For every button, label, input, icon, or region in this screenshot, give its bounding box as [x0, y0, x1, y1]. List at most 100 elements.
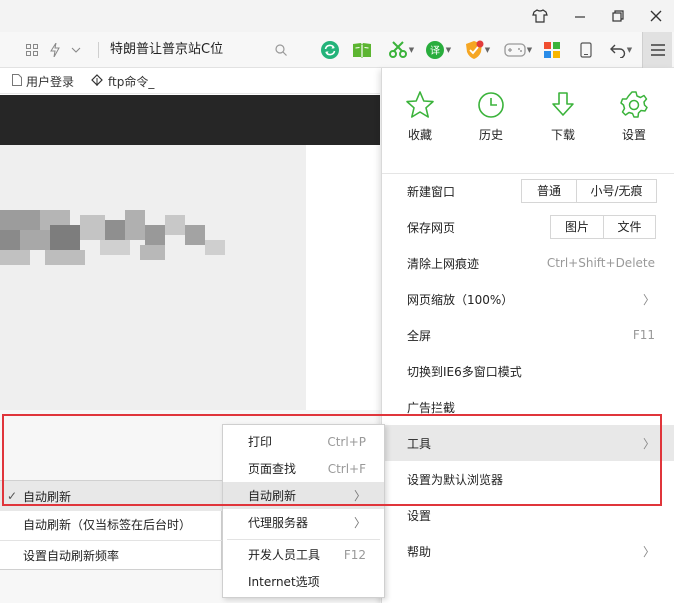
submenu-divider — [227, 539, 380, 540]
tools-item-print[interactable]: 打印 Ctrl+P — [223, 428, 384, 455]
menu-item-zoom[interactable]: 网页缩放（100%） 〉 — [382, 281, 674, 317]
menu-item-label: 网页缩放（100%） — [407, 292, 514, 307]
menu-item-ie6-mode[interactable]: 切换到IE6多窗口模式 — [382, 353, 674, 389]
gear-icon — [620, 91, 648, 118]
menu-item-ad-block[interactable]: 广告拦截 — [382, 389, 674, 425]
refresh-option-label: 自动刷新（仅当标签在后台时） — [23, 517, 192, 532]
checkmark-icon: ✓ — [7, 489, 18, 503]
tools-item-label: 页面查找 — [248, 462, 297, 476]
menu-item-default-browser[interactable]: 设置为默认浏览器 — [382, 461, 674, 497]
bookmark-label: ftp命令_ — [108, 74, 155, 89]
save-as-image-button[interactable]: 图片 — [551, 216, 603, 238]
new-window-incognito-button[interactable]: 小号/无痕 — [576, 180, 656, 202]
shortcut-label: Ctrl+F — [327, 461, 366, 476]
menu-item-label: 广告拦截 — [407, 400, 456, 415]
chevron-right-icon: 〉 — [642, 544, 655, 559]
page-content — [0, 145, 306, 410]
chevron-right-icon: 〉 — [642, 436, 655, 451]
settings-button[interactable]: 设置 — [599, 90, 669, 152]
menu-item-fullscreen[interactable]: 全屏 F11 — [382, 317, 674, 353]
tools-item-proxy[interactable]: 代理服务器 〉 — [223, 509, 384, 536]
downloads-label: 下载 — [550, 128, 575, 142]
refresh-sync-icon[interactable] — [318, 32, 342, 68]
downloads-button[interactable]: 下载 — [528, 90, 598, 152]
new-window-options: 普通 小号/无痕 — [521, 179, 657, 203]
bookmarks-bar: 用户登录 ftp命令_ — [0, 68, 380, 94]
tools-item-find[interactable]: 页面查找 Ctrl+F — [223, 455, 384, 482]
refresh-option-label: 自动刷新 — [23, 489, 72, 504]
screenshot-scissors-icon[interactable]: ▼ — [384, 32, 418, 68]
new-window-normal-button[interactable]: 普通 — [522, 180, 576, 202]
svg-text:译: 译 — [430, 45, 440, 57]
page-icon — [12, 73, 22, 89]
refresh-option-auto[interactable]: ✓ 自动刷新 — [0, 481, 222, 511]
save-page-options: 图片 文件 — [550, 215, 656, 239]
download-icon — [552, 92, 574, 116]
refresh-option-frequency[interactable]: 设置自动刷新频率 — [0, 540, 222, 570]
search-icon[interactable] — [272, 32, 290, 68]
menu-item-label: 设置 — [407, 508, 432, 523]
menu-item-label: 切换到IE6多窗口模式 — [407, 364, 522, 379]
main-menu-button[interactable] — [642, 32, 672, 68]
menu-item-new-window: 新建窗口 普通 小号/无痕 — [382, 173, 674, 209]
page-header-band — [0, 95, 380, 145]
auto-refresh-submenu: ✓ 自动刷新 自动刷新（仅当标签在后台时） 设置自动刷新频率 — [0, 480, 222, 570]
undo-close-tab-icon[interactable]: ▼ — [604, 32, 638, 68]
apps-grid-icon[interactable] — [22, 32, 42, 68]
menu-item-label: 全屏 — [407, 328, 432, 343]
address-dropdown-icon[interactable] — [68, 32, 84, 68]
history-label: 历史 — [478, 128, 503, 142]
close-button[interactable] — [636, 0, 674, 32]
chevron-right-icon: 〉 — [353, 516, 366, 530]
settings-label: 设置 — [621, 128, 646, 142]
page-content-side — [306, 145, 380, 410]
toolbar: 特朗普让普京站C位 ▼ 译 ▼ ▼ ▼ ▼ — [0, 32, 674, 68]
app-center-icon[interactable] — [542, 32, 562, 68]
game-controller-icon[interactable]: ▼ — [500, 32, 536, 68]
bookmark-item[interactable]: ftp命令_ — [90, 68, 154, 94]
chevron-right-icon: 〉 — [353, 489, 366, 503]
minimize-button[interactable] — [560, 0, 600, 32]
tools-item-label: Internet选项 — [248, 575, 320, 589]
favorites-button[interactable]: 收藏 — [385, 90, 455, 152]
refresh-option-background[interactable]: 自动刷新（仅当标签在后台时） — [0, 509, 222, 539]
main-menu-panel: 收藏 历史 下载 设置 新建窗口 普通 小号/无痕 保存网页 图片 文件 清除上… — [381, 68, 674, 603]
star-icon — [406, 91, 434, 118]
tools-item-label: 自动刷新 — [248, 489, 297, 503]
menu-item-help[interactable]: 帮助 〉 — [382, 533, 674, 569]
tools-item-internet-options[interactable]: Internet选项 — [223, 568, 384, 595]
shortcut-label: Ctrl+P — [327, 434, 366, 449]
bookmark-item[interactable]: 用户登录 — [12, 68, 74, 94]
address-bar-text[interactable]: 特朗普让普京站C位 — [110, 32, 223, 68]
refresh-option-label: 设置自动刷新频率 — [23, 549, 120, 563]
menu-item-label: 帮助 — [407, 544, 432, 559]
translate-icon[interactable]: 译 ▼ — [420, 32, 456, 68]
menu-item-save-page: 保存网页 图片 文件 — [382, 209, 674, 245]
history-button[interactable]: 历史 — [456, 90, 526, 152]
favorites-label: 收藏 — [407, 128, 432, 142]
toolbar-divider — [98, 42, 99, 58]
tools-item-label: 打印 — [248, 435, 273, 449]
menu-item-label: 保存网页 — [407, 220, 456, 235]
chevron-right-icon: 〉 — [642, 292, 655, 307]
mobile-sync-icon[interactable] — [576, 32, 596, 68]
shortcut-label: F11 — [632, 328, 655, 342]
shortcut-label: Ctrl+Shift+Delete — [546, 256, 655, 270]
lightning-icon[interactable] — [46, 32, 64, 68]
skin-icon[interactable] — [520, 0, 560, 32]
tools-item-auto-refresh[interactable]: 自动刷新 〉 — [223, 482, 384, 509]
menu-item-label: 设置为默认浏览器 — [407, 472, 504, 487]
reading-book-icon[interactable] — [350, 32, 374, 68]
tools-item-label: 开发人员工具 — [248, 548, 321, 562]
title-bar — [0, 0, 674, 32]
shortcut-label: F12 — [343, 547, 366, 562]
bookmark-label: 用户登录 — [26, 74, 75, 89]
menu-item-label: 清除上网痕迹 — [407, 256, 480, 271]
restore-button[interactable] — [598, 0, 638, 32]
menu-item-clear-traces[interactable]: 清除上网痕迹 Ctrl+Shift+Delete — [382, 245, 674, 281]
menu-item-tools[interactable]: 工具 〉 — [382, 425, 674, 461]
save-as-file-button[interactable]: 文件 — [603, 216, 655, 238]
shield-safety-icon[interactable]: ▼ — [460, 32, 494, 68]
tools-item-devtools[interactable]: 开发人员工具 F12 — [223, 541, 384, 568]
menu-item-settings[interactable]: 设置 — [382, 497, 674, 533]
